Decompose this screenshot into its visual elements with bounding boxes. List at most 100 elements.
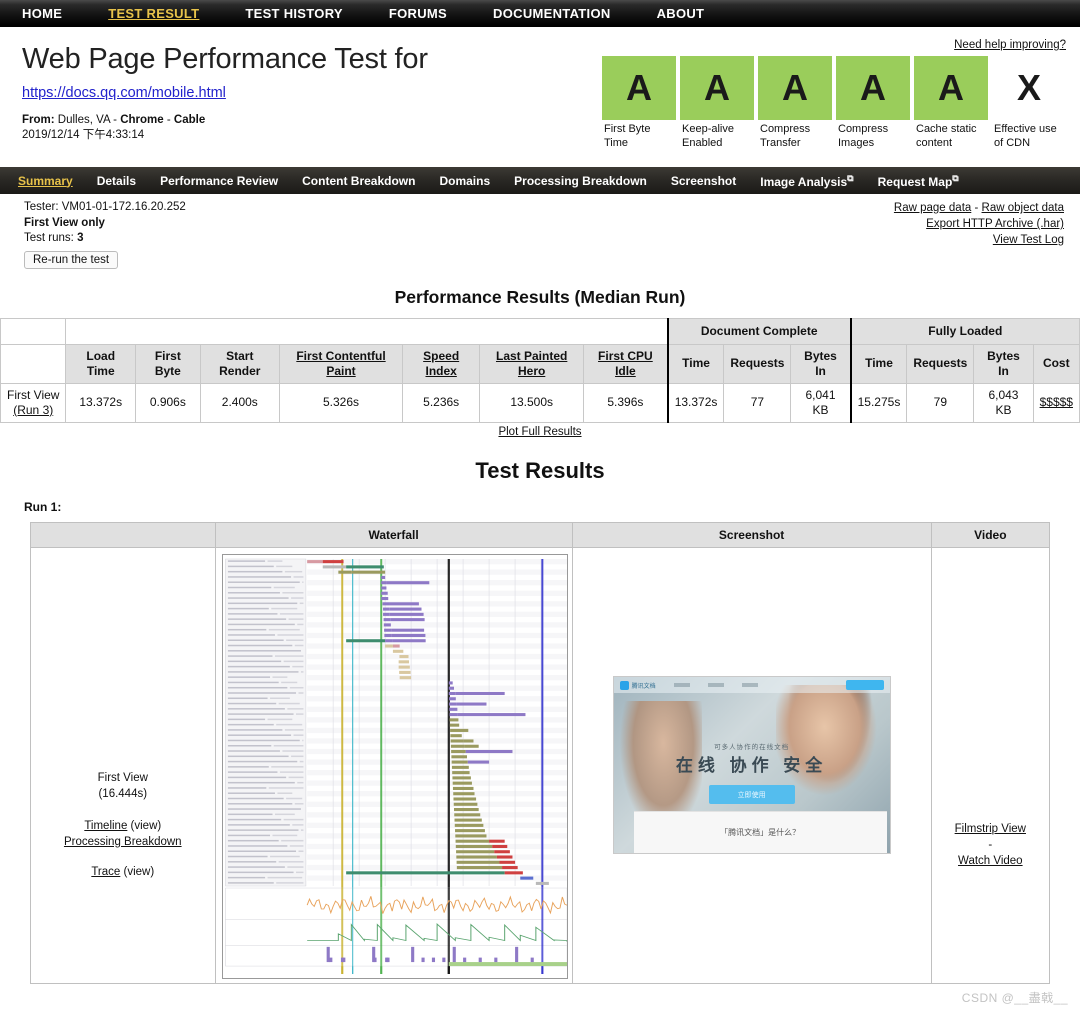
tab-label: Summary — [18, 173, 73, 188]
export-har-line: Export HTTP Archive (.har) — [894, 216, 1064, 232]
page-header: Web Page Performance Test for https://do… — [0, 27, 1080, 167]
tab-screenshot[interactable]: Screenshot — [671, 174, 736, 188]
waterfall-chart-image[interactable] — [221, 553, 568, 979]
topnav-item-home[interactable]: HOME — [22, 6, 62, 21]
csdn-watermark: CSDN @__盡戟__ — [961, 991, 1068, 1005]
col-header-requests: Requests — [906, 343, 975, 384]
col-header-bytes-in: Bytes In — [973, 343, 1034, 384]
col-header-bytes-in: Bytes In — [790, 343, 852, 384]
view-mode-value: First View only — [24, 216, 105, 229]
raw-links-separator: - — [971, 202, 982, 214]
topnav-item-about[interactable]: ABOUT — [657, 6, 705, 21]
group-header-row: Document Complete Fully Loaded — [0, 317, 1080, 345]
col-header-first-cpu-idle[interactable]: First CPU Idle — [583, 343, 669, 384]
cell-last-painted-hero: 13.500s — [479, 382, 585, 423]
grade-cell-compress-transfer[interactable]: A Compress Transfer — [758, 56, 832, 150]
cell-requests: 77 — [723, 382, 792, 423]
view-test-log-link[interactable]: View Test Log — [993, 234, 1064, 246]
export-har-link[interactable]: Export HTTP Archive (.har) — [926, 218, 1064, 230]
grade-letter: A — [680, 56, 754, 120]
cell-speed-index: 5.236s — [402, 382, 481, 423]
col-header-cost: Cost — [1032, 343, 1080, 384]
first-view-label: First View — [97, 772, 148, 784]
grade-cell-cache-static-content[interactable]: A Cache static content — [914, 56, 988, 150]
processing-breakdown-link[interactable]: Processing Breakdown — [64, 836, 182, 848]
tab-processing-breakdown[interactable]: Processing Breakdown — [514, 174, 647, 188]
filmstrip-view-link[interactable]: Filmstrip View — [955, 823, 1026, 835]
column-header-row: Load Time First Byte Start Render First Con… — [0, 343, 1080, 384]
timeline-view-link[interactable]: (view) — [131, 820, 162, 832]
row-label-first-view: First View (Run 3) — [0, 382, 67, 423]
tab-performance-review[interactable]: Performance Review — [160, 174, 278, 188]
re-run-test-button[interactable]: Re-run the test — [24, 250, 119, 269]
video-links: Filmstrip View - Watch Video — [932, 651, 1049, 879]
run-table-header-row: Waterfall Screenshot Video — [30, 521, 1051, 548]
group-header-spacer — [0, 317, 67, 345]
col-header-first-byte: First Byte — [135, 343, 201, 384]
processing-breakdown-line: Processing Breakdown — [37, 834, 209, 850]
plot-full-results-container: Plot Full Results — [0, 426, 1080, 438]
tab-label: Image Analysis — [760, 174, 848, 189]
test-info-strip: Tester: VM01-01-172.16.20.252 First View… — [0, 194, 1080, 273]
row-label-run-link[interactable]: (Run 3) — [13, 403, 53, 417]
waterfall-svg — [222, 554, 567, 978]
tab-label: Screenshot — [670, 173, 737, 188]
plot-full-results-link[interactable]: Plot Full Results — [498, 426, 581, 438]
grade-label: Cache static content — [916, 123, 977, 149]
screenshot-headline: 在线 协作 安全 — [675, 756, 828, 775]
screenshot-nav-item — [741, 683, 758, 687]
topnav-item-documentation[interactable]: DOCUMENTATION — [493, 6, 611, 21]
external-link-icon: ⧉ — [847, 172, 854, 183]
table-row: First View (Run 3) 13.372s 0.906s 2.400s 5.… — [0, 382, 1080, 423]
trace-link[interactable]: Trace — [91, 866, 120, 878]
grade-cell-compress-images[interactable]: A Compress Images — [836, 56, 910, 150]
grade-cell-first-byte-time[interactable]: A First Byte Time — [602, 56, 676, 150]
timeline-link[interactable]: Timeline — [84, 820, 127, 832]
grade-label: Compress Images — [838, 123, 889, 149]
result-tab-bar: Summary Details Performance Review Content … — [0, 167, 1080, 194]
column-header-spacer — [0, 343, 67, 384]
tab-content-breakdown[interactable]: Content Breakdown — [302, 174, 415, 188]
col-header-load-time: Load Time — [65, 343, 136, 384]
tab-image-analysis[interactable]: Image Analysis⧉ — [760, 173, 853, 189]
screenshot-footer-text: 「腾讯文档」是什么？ — [633, 811, 887, 853]
from-location: Dulles, VA — [57, 114, 110, 126]
raw-object-data-link[interactable]: Raw object data — [982, 202, 1064, 214]
test-runs-label: Test runs: — [24, 232, 78, 244]
grade-cell-keep-alive-enabled[interactable]: A Keep-alive Enabled — [680, 56, 754, 150]
run-info-content: First View (16.444s) Timeline (view) Pro… — [31, 640, 215, 890]
tested-url-link[interactable]: https://docs.qq.com/mobile.html — [22, 85, 226, 101]
video-separator: - — [988, 839, 993, 851]
tab-domains[interactable]: Domains — [439, 174, 490, 188]
video-cell: Filmstrip View - Watch Video — [930, 546, 1051, 984]
trace-view-link[interactable]: (view) — [124, 866, 155, 878]
cell-bytes-in: 6,043 KB — [973, 382, 1034, 423]
grade-letter: A — [602, 56, 676, 120]
raw-page-data-link[interactable]: Raw page data — [894, 202, 971, 214]
col-header-speed-index[interactable]: Speed Index — [402, 343, 481, 384]
tab-details[interactable]: Details — [97, 174, 136, 188]
run-label: Run 1: — [24, 499, 62, 514]
tab-request-map[interactable]: Request Map⧉ — [878, 173, 959, 189]
col-header-first-contentful-paint[interactable]: First Contentful Paint — [278, 343, 404, 384]
col-header-time: Time — [666, 343, 725, 384]
grade-letter: A — [758, 56, 832, 120]
screenshot-topbar-button — [845, 680, 884, 690]
screenshot-nav-item — [707, 683, 724, 687]
topnav-item-forums[interactable]: FORUMS — [389, 6, 447, 21]
watch-video-link[interactable]: Watch Video — [958, 855, 1023, 867]
cell-first-byte: 0.906s — [135, 382, 201, 423]
performance-table-body: First View (Run 3) 13.372s 0.906s 2.400s 5.… — [0, 382, 1080, 423]
tab-summary[interactable]: Summary — [18, 174, 73, 188]
topnav-item-test-result[interactable]: TEST RESULT — [108, 6, 199, 21]
col-header-last-painted-hero[interactable]: Last Painted Hero — [479, 343, 585, 384]
page-screenshot-thumbnail[interactable]: 腾讯文档 可多人协作的在线文档 在线 协作 安全 立即使用 「腾讯文档」是什么？ — [612, 676, 891, 854]
topnav-item-test-history[interactable]: TEST HISTORY — [245, 6, 343, 21]
waterfall-cell[interactable] — [214, 546, 573, 984]
grade-cell-effective-use-of-cdn[interactable]: X Effective use of CDN — [992, 56, 1066, 150]
cell-requests: 79 — [906, 382, 975, 423]
need-help-improving-link[interactable]: Need help improving? — [954, 39, 1066, 51]
performance-results-table: Document Complete Fully Loaded Load Time… — [0, 317, 1080, 423]
screenshot-cell[interactable]: 腾讯文档 可多人协作的在线文档 在线 协作 安全 立即使用 「腾讯文档」是什么？ — [571, 546, 932, 984]
cell-cost[interactable]: $$$$$ — [1032, 382, 1080, 423]
